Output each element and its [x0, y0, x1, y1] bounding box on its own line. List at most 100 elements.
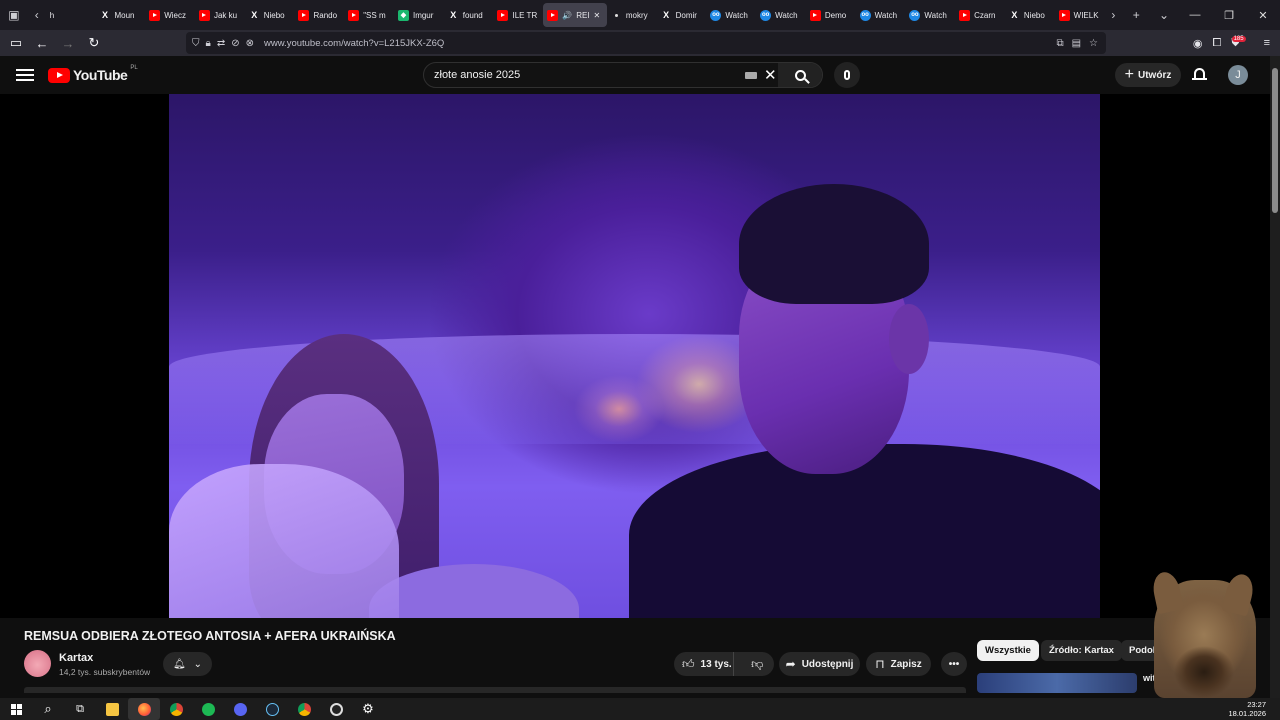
- tab-list-icon[interactable]: ⌄: [1150, 0, 1178, 30]
- account-icon[interactable]: ◉: [1193, 37, 1203, 50]
- save-button[interactable]: ⊓ Zapisz: [866, 652, 931, 676]
- back-icon[interactable]: ←: [30, 31, 54, 55]
- close-window-icon[interactable]: ✕: [1246, 9, 1280, 22]
- description-box[interactable]: [24, 687, 966, 693]
- new-tab-icon[interactable]: +: [1122, 0, 1150, 30]
- browser-tab[interactable]: WIELK: [1055, 3, 1105, 27]
- bookmark-star-icon[interactable]: ☆: [1089, 38, 1098, 49]
- x-icon: X: [1011, 10, 1018, 20]
- clock-date: 18.01.2026: [1228, 709, 1266, 718]
- user-avatar[interactable]: J: [1228, 65, 1248, 85]
- bell-icon: 🔔︎: [172, 658, 186, 670]
- share-button[interactable]: ➦ Udostępnij: [779, 652, 860, 676]
- browser-tab[interactable]: X Niebo: [1005, 3, 1055, 27]
- search-icon: [794, 69, 806, 81]
- browser-tab[interactable]: "SS m: [344, 3, 394, 27]
- notifications-bell-icon[interactable]: [1191, 66, 1207, 84]
- spotify-icon[interactable]: [192, 698, 224, 720]
- reload-icon[interactable]: ↻: [82, 31, 106, 55]
- scroll-tabs-right-icon[interactable]: ›: [1104, 0, 1122, 30]
- browser-tab[interactable]: X Niebo: [245, 3, 295, 27]
- browser-tab[interactable]: oo Watch: [706, 3, 756, 27]
- menu-icon[interactable]: ≡: [1264, 37, 1270, 49]
- ublock-icon[interactable]: ⛊185: [1231, 35, 1253, 50]
- system-clock[interactable]: 23:27 18.01.2026: [1228, 700, 1280, 718]
- search-box[interactable]: złote anosie 2025 ✕: [423, 62, 823, 88]
- start-button[interactable]: [0, 698, 32, 720]
- obs-icon[interactable]: [320, 698, 352, 720]
- sidebar-toggle-icon[interactable]: ▭: [4, 31, 28, 55]
- browser-tab[interactable]: mokry: [607, 3, 657, 27]
- search-taskbar-icon[interactable]: ⌕: [32, 698, 64, 720]
- browser-tab[interactable]: oo Watch: [856, 3, 906, 27]
- settings-gear-icon[interactable]: ⚙: [352, 698, 384, 720]
- tv-icon: oo: [760, 9, 772, 21]
- address-bar[interactable]: ⛉ 🔒︎ ⇄ ⊘ ⊗ www.youtube.com/watch?v=L215J…: [186, 32, 1106, 54]
- chip-source[interactable]: Źródło: Kartax: [1041, 640, 1122, 661]
- chrome-profile-icon[interactable]: [288, 698, 320, 720]
- browser-tab[interactable]: oo Watch: [905, 3, 955, 27]
- channel-avatar[interactable]: [24, 650, 51, 677]
- recommended-thumbnail[interactable]: [977, 673, 1137, 693]
- browser-tab[interactable]: h: [46, 3, 96, 27]
- browser-tab[interactable]: X Moun: [95, 3, 145, 27]
- firefox-icon[interactable]: [128, 698, 160, 720]
- youtube-logo[interactable]: YouTube PL: [48, 65, 138, 83]
- channel-name[interactable]: Kartax: [59, 652, 93, 664]
- video-frame[interactable]: [169, 94, 1100, 618]
- browser-tab[interactable]: oo Watch: [756, 3, 806, 27]
- steam-icon[interactable]: [256, 698, 288, 720]
- reader-view-icon[interactable]: ▤: [1072, 38, 1081, 49]
- url-text[interactable]: www.youtube.com/watch?v=L215JKX-Z6Q: [264, 38, 444, 49]
- tab-title: Rando: [313, 10, 338, 20]
- create-button[interactable]: + Utwórz: [1115, 63, 1181, 87]
- guide-menu-icon[interactable]: [16, 69, 34, 81]
- search-input[interactable]: złote anosie 2025: [434, 69, 520, 81]
- more-actions-button[interactable]: •••: [941, 652, 967, 676]
- file-explorer-icon[interactable]: [96, 698, 128, 720]
- tv-icon: oo: [710, 9, 722, 21]
- like-button[interactable]: 👍︎ 13 tys.: [674, 652, 735, 676]
- voice-search-button[interactable]: [834, 62, 860, 88]
- scroll-tabs-left-icon[interactable]: ‹: [28, 0, 46, 30]
- browser-tab[interactable]: X Domir: [657, 3, 707, 27]
- share-icon: ➦: [785, 657, 796, 671]
- restore-icon[interactable]: ❐: [1212, 9, 1246, 22]
- browser-tab[interactable]: Wiecz: [145, 3, 195, 27]
- minimize-icon[interactable]: —: [1178, 9, 1212, 22]
- task-view-icon[interactable]: ⧉: [64, 698, 96, 720]
- tab-overview-icon[interactable]: ▣: [0, 0, 28, 30]
- dislike-button[interactable]: 👎︎: [740, 657, 774, 672]
- forward-icon[interactable]: →: [56, 31, 80, 55]
- browser-tab[interactable]: ◆ Imgur: [394, 3, 444, 27]
- mic-off-icon[interactable]: ⊗: [246, 38, 254, 49]
- page-scrollbar[interactable]: [1270, 56, 1280, 698]
- browser-tab[interactable]: Jak ku: [195, 3, 245, 27]
- browser-tab-active[interactable]: 🔊 REI ✕: [543, 3, 607, 27]
- browser-tab[interactable]: Czarn: [955, 3, 1005, 27]
- clear-search-icon[interactable]: ✕: [764, 66, 777, 84]
- browser-tab[interactable]: Xfound: [444, 3, 494, 27]
- shield-icon[interactable]: ⛉: [192, 38, 200, 49]
- browser-tab[interactable]: Demo: [806, 3, 856, 27]
- keyboard-icon[interactable]: [745, 72, 757, 79]
- lock-icon[interactable]: 🔒︎: [206, 38, 211, 49]
- close-tab-icon[interactable]: ✕: [594, 11, 601, 20]
- subscription-bell-button[interactable]: 🔔︎ ⌄: [163, 652, 212, 676]
- permissions-icon[interactable]: ⇄: [217, 38, 225, 49]
- video-player[interactable]: [0, 94, 1270, 618]
- chrome-icon[interactable]: [160, 698, 192, 720]
- speaker-icon[interactable]: 🔊: [562, 11, 572, 20]
- camera-off-icon[interactable]: ⊘: [231, 38, 239, 49]
- chat-app-icon[interactable]: [224, 698, 256, 720]
- search-button[interactable]: [778, 63, 822, 87]
- browser-tab[interactable]: Rando: [294, 3, 344, 27]
- scrollbar-thumb[interactable]: [1272, 68, 1278, 213]
- extensions-icon[interactable]: ⧠: [1213, 37, 1222, 50]
- picture-in-picture-icon[interactable]: ⧉: [1056, 38, 1063, 49]
- like-dislike-group: 👍︎ 13 tys. 👎︎: [674, 652, 774, 676]
- window-controls: — ❐ ✕: [1178, 9, 1280, 22]
- youtube-logo-icon: [48, 67, 70, 83]
- browser-tab[interactable]: ILE TR: [493, 3, 543, 27]
- chip-all[interactable]: Wszystkie: [977, 640, 1039, 661]
